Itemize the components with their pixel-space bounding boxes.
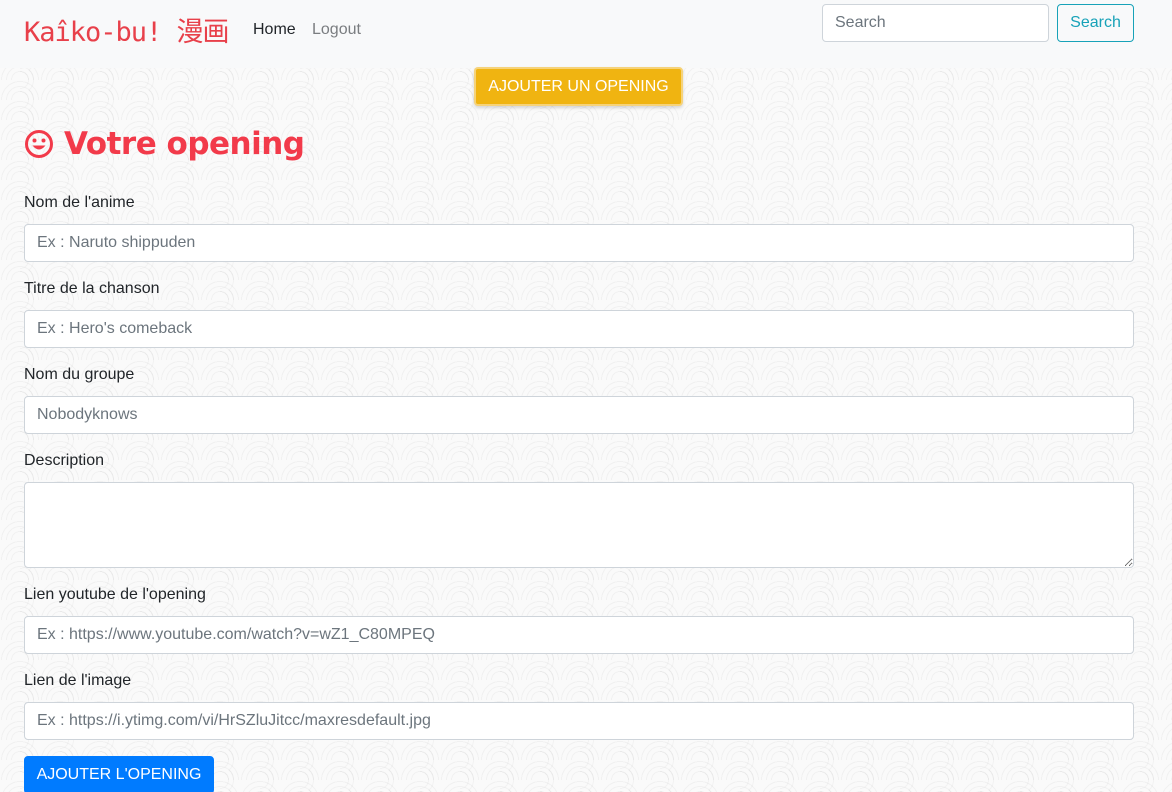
anime-name-input[interactable] [24, 224, 1134, 262]
youtube-link-label: Lien youtube de l'opening [24, 586, 206, 603]
smiley-icon [25, 130, 53, 158]
group-name-label: Nom du groupe [24, 366, 135, 383]
song-title-label: Titre de la chanson [24, 280, 160, 297]
description-label: Description [24, 452, 105, 469]
image-link-input[interactable] [24, 702, 1134, 740]
anime-name-label: Nom de l'anime [24, 194, 135, 211]
group-name-input[interactable] [24, 396, 1134, 434]
search-input[interactable] [822, 4, 1049, 42]
submit-opening-button[interactable]: AJOUTER L'OPENING [24, 756, 214, 792]
add-opening-button[interactable]: AJOUTER UN OPENING [474, 67, 683, 106]
page-title-text: Votre opening [64, 126, 305, 162]
navbar: Kaîko-bu! 漫画 Home Logout Search [0, 0, 1172, 68]
nav-logout-link[interactable]: Logout [312, 21, 361, 39]
page-title: Votre opening [24, 126, 305, 162]
brand-logo[interactable]: Kaîko-bu! 漫画 [24, 10, 230, 49]
nav-home-link[interactable]: Home [253, 21, 296, 39]
description-textarea[interactable] [24, 482, 1134, 568]
image-link-label: Lien de l'image [24, 672, 132, 689]
youtube-link-input[interactable] [24, 616, 1134, 654]
song-title-input[interactable] [24, 310, 1134, 348]
search-button[interactable]: Search [1057, 4, 1134, 42]
